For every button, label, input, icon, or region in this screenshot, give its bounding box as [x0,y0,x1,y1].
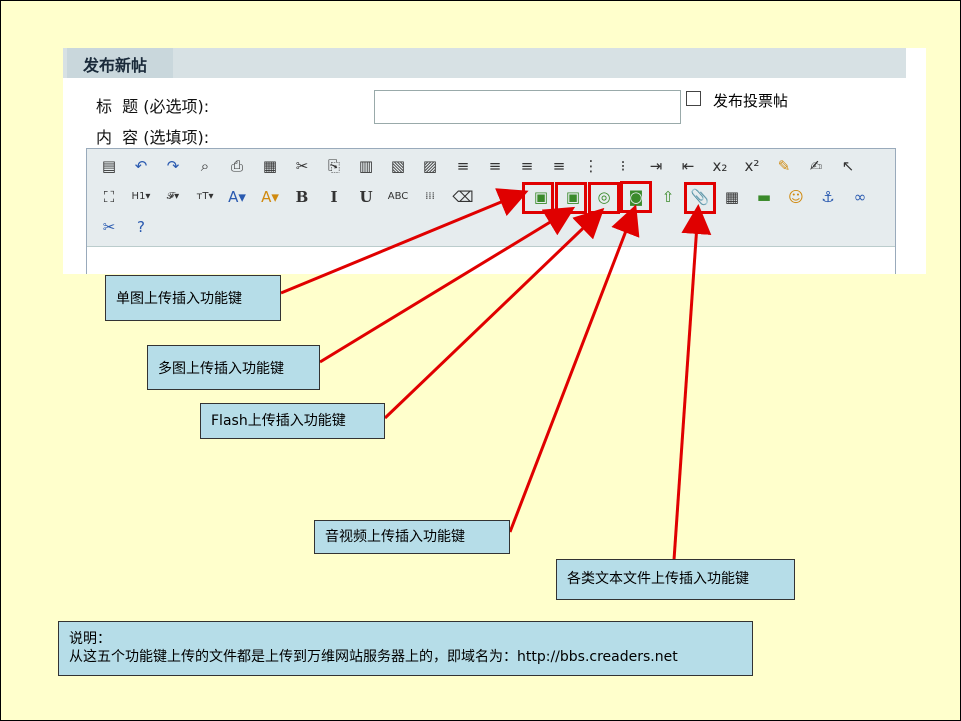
note-media: 音视频上传插入功能键 [314,520,510,554]
arrow-flash [383,207,605,420]
callout-arrows [280,188,712,561]
explanation-box: 说明： 从这五个功能键上传的文件都是上传到万维网站服务器上的，即域名为：http… [58,621,753,676]
note-multi-image: 多图上传插入功能键 [147,345,320,390]
arrow-multi-image [319,206,576,364]
arrow-attachment [672,204,712,561]
arrow-single-image [280,188,529,295]
explanation-heading: 说明： [69,631,111,647]
note-attachment: 各类文本文件上传插入功能键 [556,559,795,600]
note-flash: Flash上传插入功能键 [200,403,385,439]
arrow-media [508,204,640,533]
explanation-text: 从这五个功能键上传的文件都是上传到万维网站服务器上的，即域名为：http://b… [69,649,678,665]
note-single-image: 单图上传插入功能键 [105,275,281,321]
